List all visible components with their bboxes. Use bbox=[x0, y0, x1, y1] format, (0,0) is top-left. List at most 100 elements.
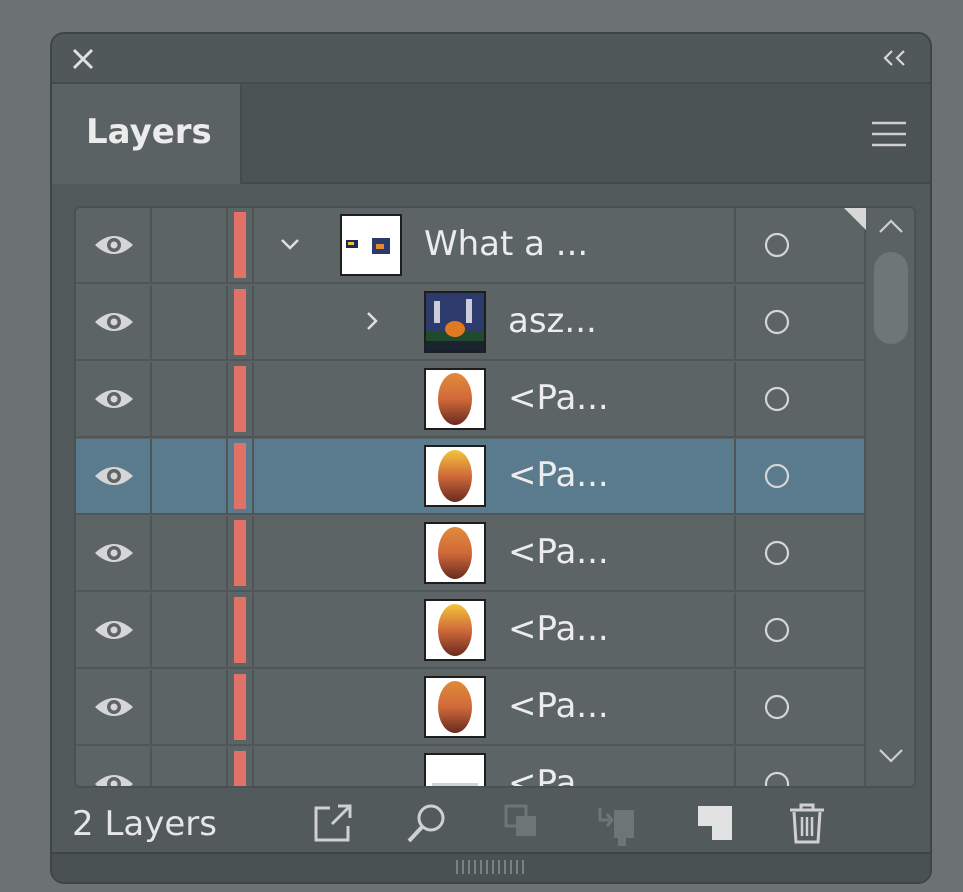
lock-toggle[interactable] bbox=[152, 516, 228, 590]
lock-toggle[interactable] bbox=[152, 747, 228, 786]
eye-icon bbox=[95, 390, 133, 408]
target-circle-icon[interactable] bbox=[762, 692, 792, 722]
column-divider bbox=[252, 208, 254, 282]
target-circle-icon[interactable] bbox=[762, 538, 792, 568]
visibility-toggle[interactable] bbox=[76, 208, 152, 282]
target-circle-icon[interactable] bbox=[762, 769, 792, 788]
column-divider bbox=[252, 516, 254, 590]
tab-row: Layers bbox=[52, 84, 930, 184]
tab-layers[interactable]: Layers bbox=[52, 84, 242, 184]
layer-color-bar bbox=[234, 520, 246, 586]
column-divider bbox=[734, 670, 736, 744]
layer-name[interactable]: <Pa... bbox=[508, 378, 609, 418]
eye-icon bbox=[95, 544, 133, 562]
layer-row[interactable]: asz... bbox=[76, 285, 864, 361]
layer-row[interactable]: <Pa... bbox=[76, 593, 864, 669]
search-icon[interactable] bbox=[404, 800, 450, 846]
layer-color-bar bbox=[234, 366, 246, 432]
collapse-panel-icon[interactable] bbox=[880, 47, 910, 69]
visibility-toggle[interactable] bbox=[76, 593, 152, 667]
eye-icon bbox=[95, 467, 133, 485]
layer-name[interactable]: <Pa... bbox=[508, 609, 609, 649]
layer-row[interactable]: <Pa... bbox=[76, 516, 864, 592]
layer-name[interactable]: <Pa... bbox=[508, 532, 609, 572]
layer-name[interactable]: <Pa... bbox=[508, 455, 609, 495]
layer-row[interactable]: <Pa... bbox=[76, 362, 864, 438]
layer-name[interactable]: <Pa bbox=[508, 763, 576, 786]
panel-menu-icon[interactable] bbox=[870, 120, 908, 148]
layer-thumbnail bbox=[424, 522, 486, 584]
export-icon[interactable] bbox=[310, 800, 356, 846]
column-divider bbox=[734, 285, 736, 359]
column-divider bbox=[734, 439, 736, 513]
column-divider bbox=[734, 593, 736, 667]
column-divider bbox=[252, 593, 254, 667]
layer-thumbnail bbox=[340, 214, 402, 276]
scroll-up-icon[interactable] bbox=[876, 216, 906, 236]
panel-titlebar bbox=[52, 34, 930, 84]
tab-layers-label: Layers bbox=[86, 112, 212, 152]
target-circle-icon[interactable] bbox=[762, 461, 792, 491]
layer-row[interactable]: <Pa bbox=[76, 747, 864, 788]
panel-resize-bar[interactable] bbox=[52, 852, 930, 882]
layer-color-bar bbox=[234, 212, 246, 278]
visibility-toggle[interactable] bbox=[76, 285, 152, 359]
lock-toggle[interactable] bbox=[152, 285, 228, 359]
visibility-toggle[interactable] bbox=[76, 516, 152, 590]
layer-color-bar bbox=[234, 597, 246, 663]
scrollbar-thumb[interactable] bbox=[874, 252, 908, 344]
column-divider bbox=[734, 362, 736, 436]
new-layer-icon[interactable] bbox=[692, 800, 738, 846]
eye-icon bbox=[95, 236, 133, 254]
target-circle-icon[interactable] bbox=[762, 615, 792, 645]
scrollbar[interactable] bbox=[864, 208, 914, 786]
lock-toggle[interactable] bbox=[152, 593, 228, 667]
target-circle-icon[interactable] bbox=[762, 230, 792, 260]
eye-icon bbox=[95, 621, 133, 639]
layer-list: <Pa <Pa... <Pa... <Pa... <Pa... <Pa... a… bbox=[74, 206, 916, 788]
layer-thumbnail bbox=[424, 291, 486, 353]
layer-thumbnail bbox=[424, 676, 486, 738]
column-divider bbox=[734, 208, 736, 282]
column-divider bbox=[252, 285, 254, 359]
layer-name[interactable]: asz... bbox=[508, 301, 597, 341]
visibility-toggle[interactable] bbox=[76, 747, 152, 786]
target-circle-icon[interactable] bbox=[762, 307, 792, 337]
lock-toggle[interactable] bbox=[152, 208, 228, 282]
layer-row[interactable]: What a ... bbox=[76, 208, 864, 284]
column-divider bbox=[252, 362, 254, 436]
scroll-down-icon[interactable] bbox=[876, 746, 906, 766]
close-icon[interactable] bbox=[68, 44, 98, 74]
layer-name[interactable]: <Pa... bbox=[508, 686, 609, 726]
lock-toggle[interactable] bbox=[152, 670, 228, 744]
visibility-toggle[interactable] bbox=[76, 670, 152, 744]
eye-icon bbox=[95, 775, 133, 786]
column-divider bbox=[734, 747, 736, 786]
lock-toggle[interactable] bbox=[152, 439, 228, 513]
layer-count: 2 Layers bbox=[72, 804, 217, 844]
target-circle-icon[interactable] bbox=[762, 384, 792, 414]
resize-grip[interactable] bbox=[456, 860, 528, 874]
chevron-down-icon[interactable] bbox=[278, 232, 302, 256]
layer-row[interactable]: <Pa... bbox=[76, 670, 864, 746]
layer-color-bar bbox=[234, 674, 246, 740]
layer-thumbnail bbox=[424, 368, 486, 430]
column-divider bbox=[252, 747, 254, 786]
layers-panel: Layers <Pa <Pa... <Pa... <Pa... <Pa... <… bbox=[50, 32, 932, 884]
clipping-mask-icon bbox=[504, 804, 536, 836]
eye-icon bbox=[95, 698, 133, 716]
layer-row[interactable]: <Pa... bbox=[76, 439, 864, 515]
layer-thumbnail bbox=[424, 445, 486, 507]
eye-icon bbox=[95, 313, 133, 331]
column-divider bbox=[734, 516, 736, 590]
visibility-toggle[interactable] bbox=[76, 439, 152, 513]
chevron-right-icon[interactable] bbox=[360, 309, 384, 333]
layer-name[interactable]: What a ... bbox=[424, 224, 588, 264]
move-to-layer-icon bbox=[598, 808, 634, 846]
column-divider bbox=[252, 670, 254, 744]
lock-toggle[interactable] bbox=[152, 362, 228, 436]
visibility-toggle[interactable] bbox=[76, 362, 152, 436]
layer-color-bar bbox=[234, 443, 246, 509]
delete-icon[interactable] bbox=[784, 800, 830, 846]
layer-color-bar bbox=[234, 289, 246, 355]
